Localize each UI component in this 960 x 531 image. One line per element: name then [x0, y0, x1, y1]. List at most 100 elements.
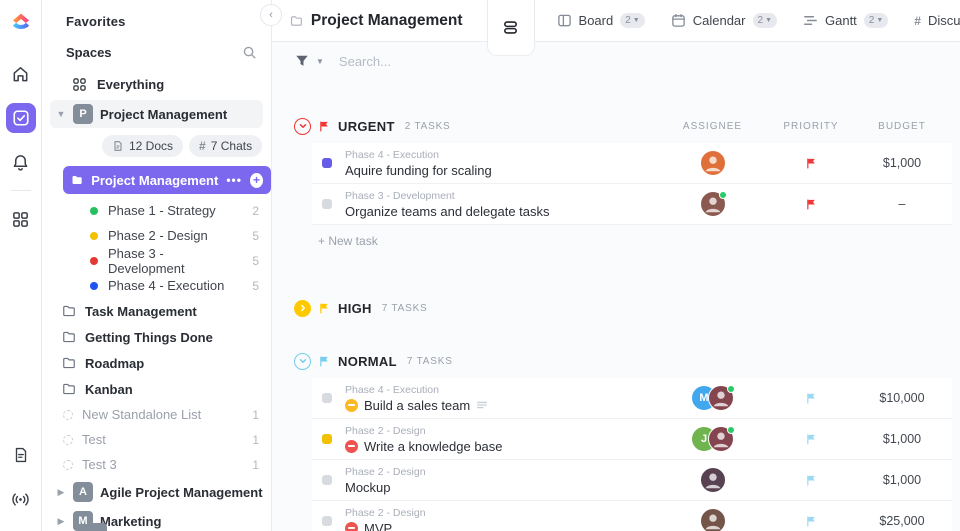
clickup-logo[interactable]	[8, 10, 34, 36]
home-button[interactable]	[6, 59, 36, 89]
docs-chip[interactable]: 12 Docs	[102, 135, 184, 157]
task-text: Phase 2 - Design Write a knowledge base	[345, 425, 655, 454]
tab-list-view-selected[interactable]	[486, 0, 535, 56]
chevron-down-icon[interactable]: ▼	[56, 109, 66, 119]
sidebar-list-project-management-selected[interactable]: Project Management ••• +	[63, 166, 271, 194]
tab-discussion[interactable]: # Discussion	[914, 13, 960, 28]
online-status-dot	[718, 191, 727, 199]
group-header[interactable]: NORMAL 7 TASKS	[294, 351, 952, 371]
assignee-cell[interactable]: M	[655, 385, 770, 411]
notifications-button[interactable]	[6, 147, 36, 177]
chevron-down-icon[interactable]	[294, 117, 311, 135]
task-row[interactable]: Phase 2 - Design MVP $25,000	[312, 501, 952, 531]
task-status-icon[interactable]	[322, 393, 332, 403]
task-row[interactable]: Phase 2 - Design Mockup $1,000	[312, 460, 952, 501]
sidebar-folder-item[interactable]: Getting Things Done	[42, 324, 271, 350]
search-icon[interactable]	[242, 45, 257, 60]
spaces-section-label[interactable]: Spaces	[66, 45, 112, 60]
group-header[interactable]: URGENT 2 TASKS ASSIGNEE PRIORITY BUDGET	[294, 116, 952, 136]
budget-cell[interactable]: $25,000	[852, 514, 952, 528]
tab-label: Board	[578, 13, 614, 28]
tab-label: Calendar	[692, 13, 746, 28]
avatar[interactable]	[699, 191, 727, 217]
task-status-icon[interactable]	[322, 434, 332, 444]
sidebar-space-project-management[interactable]: ▼ P Project Management	[50, 100, 263, 128]
task-row[interactable]: Phase 2 - Design Write a knowledge base …	[312, 419, 952, 460]
assignee-cell[interactable]	[655, 191, 770, 217]
sidebar-phase-item[interactable]: Phase 2 - Design 5	[42, 223, 271, 248]
tab-board[interactable]: Board 2 ▼	[557, 13, 645, 28]
task-row[interactable]: Phase 4 - Execution Build a sales team M…	[312, 378, 952, 419]
budget-cell[interactable]: $1,000	[852, 156, 952, 170]
avatar[interactable]	[708, 426, 735, 452]
column-assignee: ASSIGNEE	[682, 120, 743, 132]
avatar[interactable]	[699, 508, 726, 531]
task-status-icon[interactable]	[322, 199, 332, 209]
filter-funnel-icon[interactable]	[295, 54, 309, 68]
task-row[interactable]: Phase 3 - Development Organize teams and…	[312, 184, 952, 225]
chevron-right-icon[interactable]	[294, 299, 311, 317]
assignee-cell[interactable]	[655, 508, 770, 531]
avatar[interactable]	[708, 385, 735, 411]
more-options-icon[interactable]: •••	[226, 173, 242, 187]
task-rows: Phase 4 - Execution Aquire funding for s…	[312, 143, 952, 225]
gantt-icon	[804, 15, 817, 26]
chevron-down-icon[interactable]: ▼	[316, 57, 324, 66]
sidebar-item-everything[interactable]: Everything	[42, 70, 271, 98]
budget-cell[interactable]: –	[852, 197, 952, 211]
task-status-icon[interactable]	[322, 475, 332, 485]
task-status-icon[interactable]	[322, 158, 332, 168]
sidebar-folder-item[interactable]: Task Management	[42, 298, 271, 324]
tab-count-badge[interactable]: 2 ▼	[863, 13, 889, 28]
dashboards-button[interactable]	[6, 204, 36, 234]
priority-cell[interactable]	[770, 157, 852, 170]
sidebar-phase-item[interactable]: Phase 4 - Execution 5	[42, 273, 271, 298]
sidebar-folder-item[interactable]: Roadmap	[42, 350, 271, 376]
tab-calendar[interactable]: Calendar 2 ▼	[671, 13, 777, 28]
priority-cell[interactable]	[770, 392, 852, 405]
favorites-section-label[interactable]: Favorites	[42, 8, 271, 39]
sidebar-space-item[interactable]: ▶ A Agile Project Management	[50, 478, 263, 506]
assignee-cell[interactable]: J	[655, 426, 770, 452]
budget-cell[interactable]: $1,000	[852, 432, 952, 446]
avatar[interactable]	[699, 467, 726, 493]
chats-chip[interactable]: # 7 Chats	[189, 135, 263, 157]
sidebar-list-item[interactable]: Test 3 1	[42, 452, 271, 477]
assignee-cell[interactable]	[655, 467, 770, 493]
new-task-button[interactable]: + New task	[318, 234, 952, 248]
sidebar-list-item[interactable]: New Standalone List 1	[42, 402, 271, 427]
chevron-right-icon[interactable]: ▶	[56, 516, 66, 527]
task-text: Phase 2 - Design Mockup	[345, 466, 655, 495]
task-status-icon[interactable]	[322, 516, 332, 526]
search-input[interactable]: Search...	[339, 54, 391, 69]
assignee-cell[interactable]	[655, 150, 770, 176]
folder-name: Kanban	[85, 381, 133, 397]
task-row[interactable]: Phase 4 - Execution Aquire funding for s…	[312, 143, 952, 184]
chevron-right-icon[interactable]: ▶	[56, 487, 66, 498]
filter-bar: ▼ Search...	[272, 42, 960, 80]
add-icon[interactable]: +	[249, 172, 263, 188]
tab-count-badge[interactable]: 2 ▼	[752, 13, 777, 28]
list-name: Test	[82, 432, 106, 447]
tasks-button[interactable]	[5, 103, 36, 133]
sidebar-list-item[interactable]: Test 1	[42, 427, 271, 452]
collapse-sidebar-button[interactable]: ‹	[260, 4, 282, 26]
tab-count-badge[interactable]: 2 ▼	[620, 13, 645, 28]
avatar[interactable]	[699, 150, 726, 176]
tab-gantt[interactable]: Gantt 2 ▼	[803, 13, 889, 28]
sidebar-folder-item[interactable]: Kanban	[42, 376, 271, 402]
priority-cell[interactable]	[770, 474, 852, 487]
budget-cell[interactable]: $10,000	[852, 391, 952, 405]
chevron-down-icon: ▼	[632, 17, 640, 24]
budget-cell[interactable]: $1,000	[852, 473, 952, 487]
sidebar-phase-item[interactable]: Phase 1 - Strategy 2	[42, 198, 271, 223]
priority-cell[interactable]	[770, 515, 852, 528]
priority-cell[interactable]	[770, 433, 852, 446]
chevron-down-icon[interactable]	[294, 352, 311, 370]
task-flag-badge-icon	[345, 439, 358, 453]
sidebar-phase-item[interactable]: Phase 3 - Development 5	[42, 246, 271, 276]
docs-button[interactable]	[6, 440, 36, 470]
group-header[interactable]: HIGH 7 TASKS	[294, 298, 952, 318]
pulse-button[interactable]	[6, 484, 36, 514]
priority-cell[interactable]	[770, 198, 852, 211]
